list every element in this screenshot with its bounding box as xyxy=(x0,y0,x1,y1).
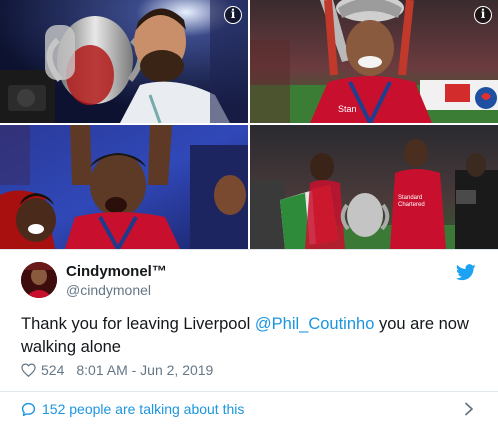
photo-players-with-trophy-and-flag[interactable]: Standard Chartered xyxy=(250,125,498,249)
svg-text:Standard: Standard xyxy=(398,195,422,201)
like-count[interactable]: 524 xyxy=(41,362,64,378)
tweet-text: Thank you for leaving Liverpool @Phil_Co… xyxy=(21,313,481,359)
photo-goalkeeper-with-trophy[interactable]: i xyxy=(0,0,248,123)
heart-icon[interactable] xyxy=(21,363,36,377)
mention-link[interactable]: @Phil_Coutinho xyxy=(255,315,375,333)
embedded-tweet-card: i Stan i Standard Chartered Cindymonel™ … xyxy=(0,0,498,424)
user-handle[interactable]: @cindymonel xyxy=(66,282,151,298)
chevron-right-icon[interactable] xyxy=(464,402,474,416)
svg-text:Stan: Stan xyxy=(338,104,357,114)
display-name[interactable]: Cindymonel™ xyxy=(66,263,167,280)
tweet-meta: 524 8:01 AM - Jun 2, 2019 xyxy=(21,361,213,379)
photo-players-celebrating[interactable] xyxy=(0,125,248,249)
divider xyxy=(0,391,498,392)
info-icon-2[interactable]: i xyxy=(474,6,492,24)
conversation-link[interactable]: 152 people are talking about this xyxy=(21,399,244,419)
timestamp[interactable]: 8:01 AM - Jun 2, 2019 xyxy=(76,362,213,378)
photo-player-with-trophy-on-head[interactable]: Stan i xyxy=(250,0,498,123)
avatar[interactable] xyxy=(21,262,57,298)
photo-grid: i Stan i Standard Chartered xyxy=(0,0,498,249)
speech-bubble-icon xyxy=(21,402,36,416)
divider xyxy=(0,249,498,250)
info-icon[interactable]: i xyxy=(224,6,242,24)
twitter-bird-icon[interactable] xyxy=(456,264,476,281)
conversation-label: 152 people are talking about this xyxy=(42,401,245,417)
tweet-text-before: Thank you for leaving Liverpool xyxy=(21,315,255,333)
svg-text:Chartered: Chartered xyxy=(398,202,425,208)
